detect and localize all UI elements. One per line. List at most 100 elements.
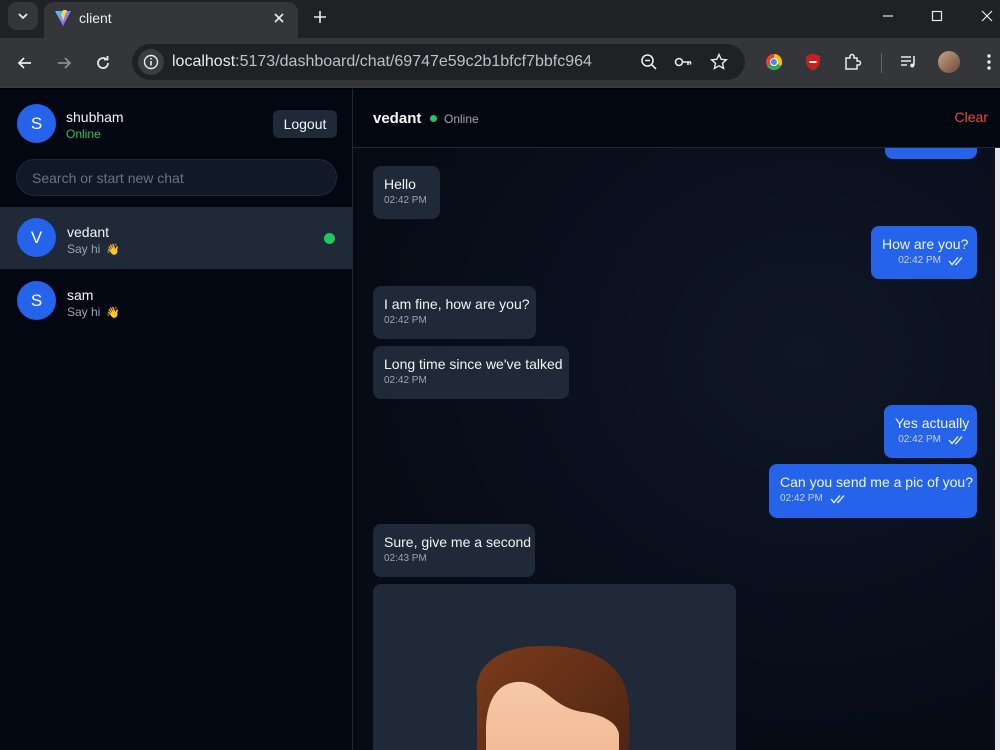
playlist-icon bbox=[901, 56, 915, 68]
message-text: Hello bbox=[384, 176, 416, 192]
wave-emoji-icon: 👋 bbox=[106, 244, 121, 256]
message-time: 02:42 PM bbox=[384, 195, 427, 206]
peer-name: vedant bbox=[373, 110, 422, 127]
browser-menu-button[interactable] bbox=[978, 51, 1000, 73]
contact-name: sam bbox=[67, 287, 94, 303]
contact-preview-text: Say hi bbox=[67, 305, 101, 319]
wave-emoji-icon: 👋 bbox=[106, 307, 121, 319]
address-bar[interactable]: localhost:5173/dashboard/chat/69747e59c2… bbox=[132, 44, 745, 80]
message-time: 02:42 PM bbox=[384, 375, 427, 386]
double-check-icon bbox=[830, 494, 845, 504]
contact-name: vedant bbox=[67, 224, 110, 240]
chat-app: S shubham Online Logout V vedant Say hi 👋… bbox=[0, 89, 1000, 750]
arrow-left-icon bbox=[17, 57, 31, 69]
message-time: 02:42 PM bbox=[384, 315, 427, 326]
message-text: How are you? bbox=[882, 236, 969, 252]
bookmark-button[interactable] bbox=[709, 52, 729, 72]
extension-blocker-button[interactable] bbox=[802, 51, 824, 73]
message-text: Can you send me a pic of you? bbox=[780, 474, 974, 490]
zoom-button[interactable] bbox=[639, 52, 659, 72]
minimize-button[interactable] bbox=[873, 4, 903, 28]
tab-close-button[interactable] bbox=[270, 9, 288, 27]
message-bubble-incoming: I am fine, how are you? 02:42 PM bbox=[373, 286, 536, 339]
peer-online-indicator bbox=[430, 115, 437, 122]
extension-color-button[interactable] bbox=[763, 51, 785, 73]
message-time: 02:43 PM bbox=[384, 553, 427, 564]
info-icon bbox=[143, 54, 159, 70]
maximize-icon bbox=[931, 10, 943, 22]
message-meta: 02:42 PM bbox=[780, 493, 966, 504]
chat-header: vedant Online Clear bbox=[353, 89, 1000, 148]
message-text: Sure, give me a second bbox=[384, 534, 532, 550]
color-wheel-icon bbox=[766, 53, 783, 71]
contact-preview: Say hi 👋 bbox=[67, 242, 120, 256]
reload-button[interactable] bbox=[90, 50, 116, 76]
message-scrollbar[interactable] bbox=[995, 148, 1000, 750]
contact-item-sam[interactable]: S sam Say hi 👋 bbox=[0, 270, 352, 332]
message-bubble-incoming: Long time since we've talked 02:42 PM bbox=[373, 346, 569, 399]
arrow-right-icon bbox=[58, 57, 72, 69]
peer-status: Online bbox=[444, 112, 479, 126]
contact-preview-text: Say hi bbox=[67, 242, 101, 256]
site-info-button[interactable] bbox=[138, 49, 164, 75]
new-tab-button[interactable] bbox=[308, 5, 332, 29]
zoom-out-icon bbox=[641, 54, 657, 70]
star-icon bbox=[710, 53, 728, 70]
url-host: localhost bbox=[172, 53, 236, 70]
clear-chat-button[interactable]: Clear bbox=[955, 109, 988, 125]
avatar-image-icon bbox=[476, 645, 630, 750]
message-meta: 02:42 PM bbox=[895, 434, 966, 445]
double-check-icon bbox=[948, 256, 963, 266]
message-text: I am fine, how are you? bbox=[384, 296, 530, 312]
message-text: Yes actually bbox=[895, 415, 970, 431]
message-bubble-outgoing: Yes actually 02:42 PM bbox=[884, 405, 977, 458]
double-check-icon bbox=[948, 435, 963, 445]
tab-title: client bbox=[79, 10, 112, 26]
browser-tabstrip: client bbox=[0, 0, 1000, 38]
maximize-button[interactable] bbox=[922, 4, 952, 28]
close-icon bbox=[981, 10, 993, 22]
message-bubble-incoming: Hello 02:42 PM bbox=[373, 166, 440, 219]
image-message[interactable] bbox=[373, 584, 736, 750]
message-bubble-incoming: Sure, give me a second 02:43 PM bbox=[373, 524, 535, 577]
back-button[interactable] bbox=[12, 50, 38, 76]
message-time: 02:42 PM bbox=[898, 434, 941, 445]
message-time: 02:42 PM bbox=[898, 255, 941, 266]
contact-item-vedant[interactable]: V vedant Say hi 👋 bbox=[0, 207, 352, 269]
message-bubble-outgoing: Can you send me a pic of you? 02:42 PM bbox=[769, 464, 977, 518]
sidebar: S shubham Online Logout V vedant Say hi 👋… bbox=[0, 89, 353, 750]
profile-avatar[interactable] bbox=[938, 51, 960, 73]
message-list[interactable]: Hello 02:42 PM How are you? 02:42 PM I a… bbox=[353, 148, 995, 750]
logout-button[interactable]: Logout bbox=[273, 110, 337, 138]
message-text: Long time since we've talked bbox=[384, 356, 563, 372]
vite-logo-icon bbox=[55, 10, 71, 26]
search-input[interactable] bbox=[16, 159, 337, 196]
user-avatar: S bbox=[17, 104, 56, 143]
close-icon bbox=[274, 13, 284, 23]
forward-button[interactable] bbox=[51, 50, 77, 76]
password-button[interactable] bbox=[673, 52, 693, 72]
message-bubble-partial bbox=[885, 148, 977, 159]
message-bubble-outgoing: How are you? 02:42 PM bbox=[871, 226, 977, 279]
toolbar-divider bbox=[881, 53, 882, 73]
tab-search-button[interactable] bbox=[8, 2, 38, 30]
browser-toolbar: localhost:5173/dashboard/chat/69747e59c2… bbox=[0, 38, 1000, 88]
chevron-down-icon bbox=[18, 13, 28, 20]
message-meta: 02:42 PM bbox=[882, 255, 966, 266]
key-icon bbox=[674, 57, 692, 67]
user-name: shubham bbox=[66, 109, 124, 125]
user-status: Online bbox=[66, 127, 101, 141]
plus-icon bbox=[314, 11, 326, 23]
close-window-button[interactable] bbox=[972, 4, 1000, 28]
browser-tab[interactable]: client bbox=[44, 2, 298, 38]
url-text: localhost:5173/dashboard/chat/69747e59c2… bbox=[172, 53, 592, 71]
puzzle-icon bbox=[845, 53, 862, 70]
reload-icon bbox=[97, 56, 109, 69]
minimize-icon bbox=[883, 15, 893, 17]
contact-avatar: S bbox=[17, 281, 56, 320]
url-path: :5173/dashboard/chat/69747e59c2b1bfcf7bb… bbox=[235, 53, 592, 70]
media-controls-button[interactable] bbox=[898, 51, 920, 73]
extensions-button[interactable] bbox=[841, 51, 863, 73]
message-time: 02:42 PM bbox=[780, 493, 823, 504]
shield-icon bbox=[806, 53, 820, 71]
